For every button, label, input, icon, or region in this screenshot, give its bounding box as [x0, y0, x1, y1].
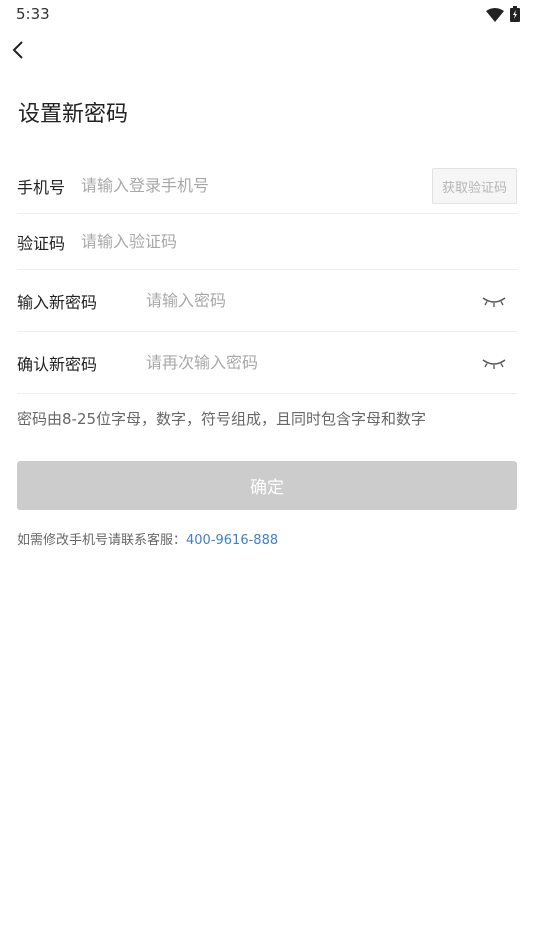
new-password-input[interactable]	[146, 291, 517, 310]
confirm-password-input[interactable]	[146, 353, 517, 372]
back-button[interactable]	[6, 40, 30, 64]
contact-phone-link[interactable]: 400-9616-888	[186, 533, 278, 548]
status-time: 5:33	[16, 5, 50, 23]
reset-password-form: 手机号 获取验证码 验证码 输入新密码 确认新密码	[17, 158, 517, 394]
get-code-button[interactable]: 获取验证码	[432, 168, 517, 204]
phone-row: 手机号 获取验证码	[17, 158, 517, 214]
new-password-label: 输入新密码	[17, 292, 98, 312]
new-password-row: 输入新密码	[17, 270, 517, 332]
contact-prefix: 如需修改手机号请联系客服：	[17, 533, 187, 548]
code-label: 验证码	[17, 233, 66, 253]
confirm-password-row: 确认新密码	[17, 332, 517, 394]
eye-closed-icon[interactable]	[481, 354, 507, 372]
battery-icon	[510, 6, 520, 26]
page-title: 设置新密码	[18, 102, 129, 127]
chevron-left-icon	[12, 40, 24, 64]
phone-label: 手机号	[17, 177, 66, 197]
eye-closed-icon[interactable]	[481, 292, 507, 310]
code-row: 验证码	[17, 214, 517, 270]
code-input[interactable]	[81, 232, 517, 251]
wifi-icon	[486, 7, 504, 26]
password-rule-hint: 密码由8-25位字母，数字，符号组成，且同时包含字母和数字	[17, 410, 427, 428]
contact-text: 如需修改手机号请联系客服：400-9616-888	[17, 529, 278, 548]
confirm-password-label: 确认新密码	[17, 354, 98, 374]
status-bar: 5:33	[0, 0, 534, 28]
status-icons	[486, 6, 520, 26]
confirm-button[interactable]: 确定	[17, 461, 517, 510]
